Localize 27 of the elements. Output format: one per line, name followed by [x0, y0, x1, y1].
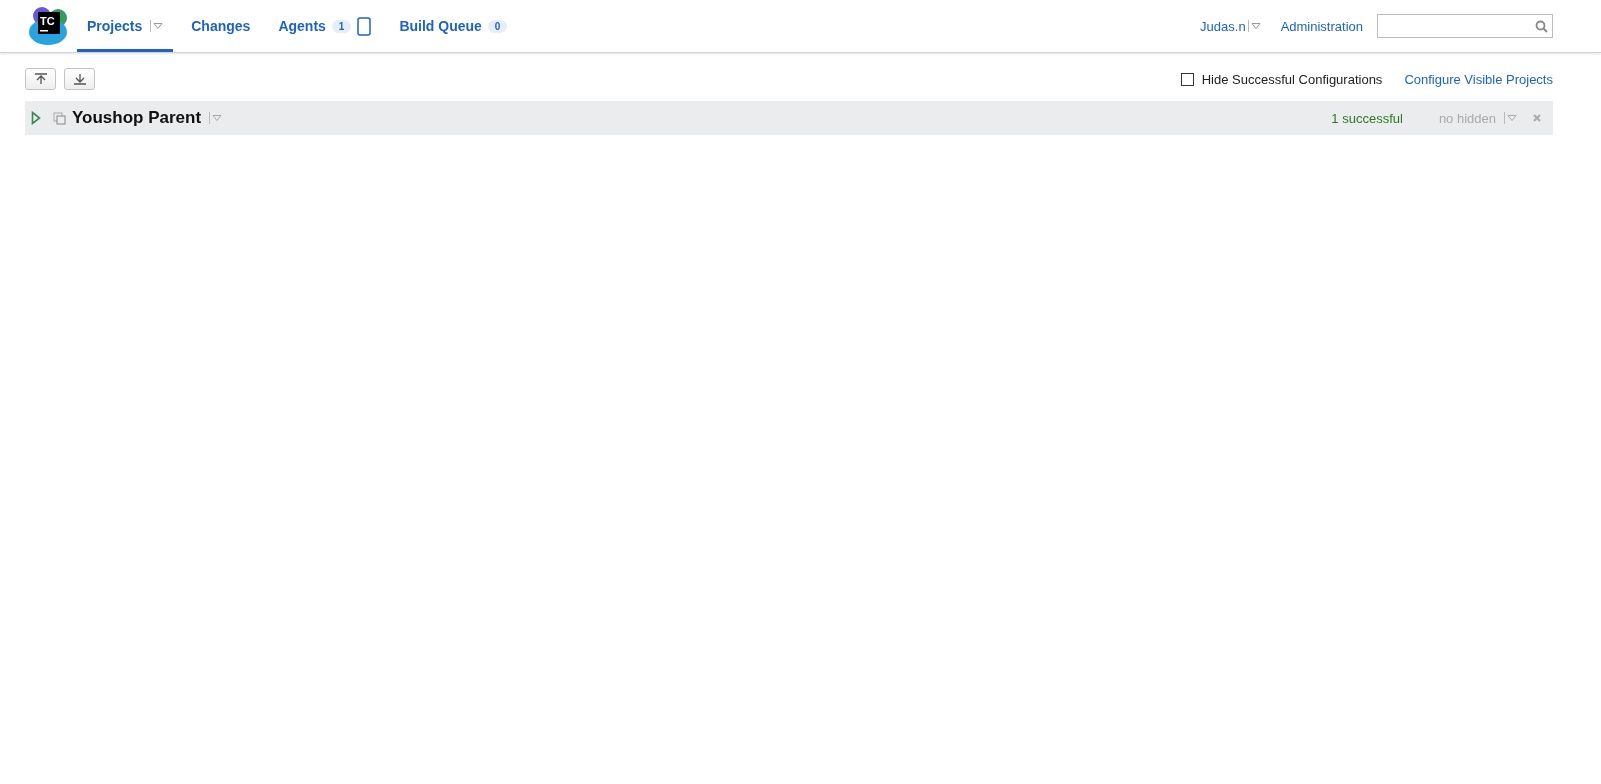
project-icon [53, 111, 66, 125]
close-icon[interactable] [1533, 114, 1541, 122]
project-name[interactable]: Youshop Parent [72, 108, 202, 128]
nav-tab[interactable]: Agents 1 [268, 0, 382, 52]
search-icon[interactable] [1535, 19, 1548, 33]
administration-link[interactable]: Administration [1280, 18, 1363, 34]
nav-tab[interactable]: Changes [181, 0, 261, 52]
device-icon[interactable] [357, 16, 372, 36]
collapse-all-button[interactable] [25, 68, 56, 90]
expand-toggle-icon[interactable] [31, 111, 41, 125]
search-field[interactable] [1377, 14, 1553, 38]
nav-tab[interactable]: Build Queue 0 [389, 0, 518, 52]
download-icon[interactable] [72, 73, 87, 85]
caret-icon[interactable] [1247, 20, 1261, 32]
status-text[interactable]: 1 successful [1331, 110, 1403, 126]
expand-all-button[interactable] [64, 68, 95, 90]
collapse-icon[interactable] [33, 73, 48, 85]
count-badge: 1 [331, 19, 352, 33]
checkbox-label[interactable]: Hide Successful Configurations [1201, 71, 1383, 87]
count-badge: 0 [487, 19, 508, 33]
caret-icon[interactable] [209, 112, 223, 124]
caret-icon[interactable] [150, 20, 164, 32]
nav-tab[interactable]: Projects [77, 0, 174, 52]
caret-icon[interactable] [1504, 112, 1517, 124]
checkbox[interactable] [1180, 72, 1194, 86]
configure-link[interactable]: Configure Visible Projects [1404, 71, 1553, 87]
user-menu[interactable]: Judas.n [1200, 18, 1246, 34]
